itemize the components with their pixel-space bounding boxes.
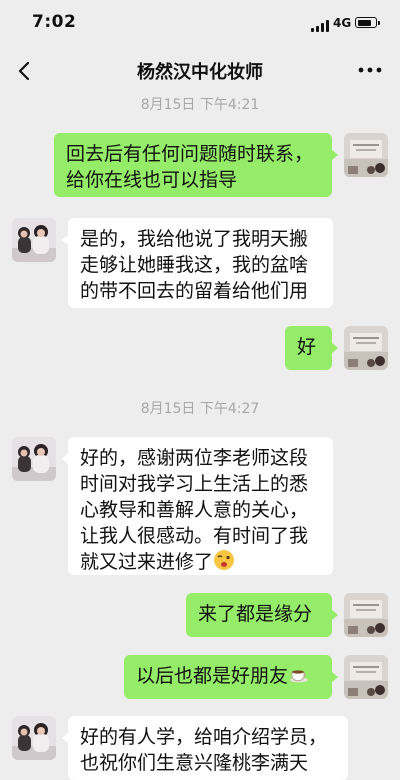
message-bubble-outgoing[interactable]: 来了都是缘分: [186, 593, 338, 637]
my-avatar[interactable]: [344, 326, 388, 370]
wink-emoji-icon: [213, 549, 235, 578]
contact-avatar[interactable]: [12, 218, 56, 262]
message-text: 好的，感谢两位李老师这段时间对我学习上生活上的悉心教导和善解人意的关心，让我人很…: [80, 447, 309, 573]
more-icon: [358, 67, 382, 73]
more-button[interactable]: [356, 60, 384, 80]
message-text: 以后也都是好朋友: [136, 665, 289, 687]
my-avatar[interactable]: [344, 133, 388, 177]
timestamp: 8月15日 下午4:27: [140, 401, 260, 417]
battery-level: [357, 19, 372, 26]
contact-avatar[interactable]: [12, 716, 56, 760]
message-bubble-incoming[interactable]: 好的，感谢两位李老师这段时间对我学习上生活上的悉心教导和善解人意的关心，让我人很…: [62, 437, 333, 578]
status-bar: 7:02 4G: [0, 0, 400, 48]
message-text: 来了都是缘分: [198, 603, 313, 625]
network-label: 4G: [333, 16, 352, 30]
message-text: 好的有人学，给咱介绍学员，也祝你们生意兴隆桃李满天: [80, 726, 328, 774]
battery-icon: [355, 17, 380, 28]
chat-title: 杨然汉中化妆师: [137, 62, 263, 83]
message-text: 好: [297, 336, 317, 358]
message-text: 是的，我给他说了我明天搬走够让她睡我这，我的盆啥的带不回去的留着给他们用: [80, 228, 309, 302]
message-bubble-outgoing[interactable]: 好: [285, 326, 338, 370]
message-text: 回去后有任何问题随时联系，给你在线也可以指导: [66, 143, 314, 191]
my-avatar[interactable]: [344, 593, 388, 637]
timestamp: 8月15日 下午4:21: [140, 97, 260, 113]
message-bubble-outgoing[interactable]: 回去后有任何问题随时联系，给你在线也可以指导: [54, 133, 338, 197]
coffee-emoji-icon: [288, 663, 310, 692]
message-bubble-incoming[interactable]: 好的有人学，给咱介绍学员，也祝你们生意兴隆桃李满天: [62, 716, 348, 780]
signal-icon: [311, 20, 331, 32]
contact-avatar[interactable]: [12, 437, 56, 481]
message-bubble-outgoing[interactable]: 以后也都是好朋友: [124, 655, 338, 699]
chat-header: 杨然汉中化妆师: [0, 48, 400, 94]
message-bubble-incoming[interactable]: 是的，我给他说了我明天搬走够让她睡我这，我的盆啥的带不回去的留着给他们用: [62, 218, 333, 308]
status-time: 7:02: [32, 12, 77, 32]
my-avatar[interactable]: [344, 655, 388, 699]
